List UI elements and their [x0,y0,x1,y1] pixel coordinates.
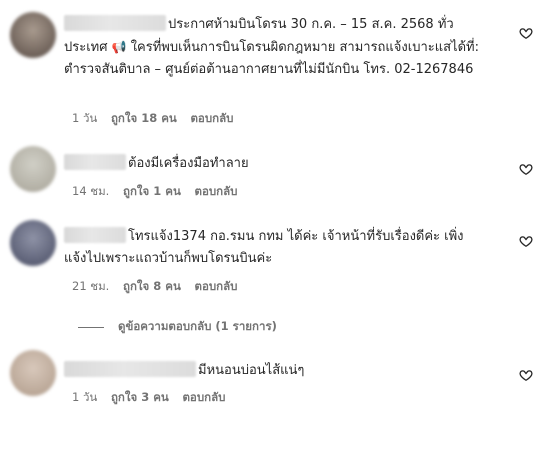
username-blurred[interactable] [64,15,166,31]
heart-icon[interactable] [519,368,533,382]
comment-time: 1 วัน [72,111,98,125]
comment-meta: 14 ชม. ถูกใจ 1 คน ตอบกลับ [72,183,248,201]
megaphone-icon: 📢 [111,40,127,54]
avatar[interactable] [10,220,56,266]
likes-count[interactable]: ถูกใจ 8 คน [123,279,181,293]
likes-count[interactable]: ถูกใจ 18 คน [111,111,177,125]
comment-meta: 21 ชม. ถูกใจ 8 คน ตอบกลับ [72,278,248,296]
heart-icon[interactable] [519,234,533,248]
comment-text: ประกาศห้ามบินโดรน 30 ก.ค. – 15 ส.ค. 2568… [64,15,479,77]
divider [78,326,104,328]
comment-meta: 1 วัน ถูกใจ 18 คน ตอบกลับ [72,110,243,128]
reply-button[interactable]: ตอบกลับ [182,390,225,404]
reply-button[interactable]: ตอบกลับ [190,111,233,125]
reply-button[interactable]: ตอบกลับ [195,279,238,293]
comment-text: มีหนอนบ่อนไส้แน่ๆ [64,360,484,382]
username-blurred[interactable] [64,361,196,377]
comment-time: 1 วัน [72,390,98,404]
username-blurred[interactable] [64,154,126,170]
view-replies-button[interactable]: ดูข้อความตอบกลับ (1 รายการ) [78,318,277,336]
username-blurred[interactable] [64,227,126,243]
reply-button[interactable]: ตอบกลับ [195,184,238,198]
heart-icon[interactable] [519,162,533,176]
view-replies-label: ดูข้อความตอบกลับ (1 รายการ) [118,319,277,333]
avatar[interactable] [10,350,56,396]
avatar[interactable] [10,146,56,192]
comment-text: ต้องมีเครื่องมือทำลาย [64,153,484,175]
comment-time: 21 ชม. [72,279,110,293]
avatar[interactable] [10,12,56,58]
likes-count[interactable]: ถูกใจ 3 คน [111,390,169,404]
comment-text: โทรแจ้ง1374 กอ.รมน กทม ได้ค่ะ เจ้าหน้าที… [64,227,464,266]
comment-time: 14 ชม. [72,184,110,198]
likes-count[interactable]: ถูกใจ 1 คน [123,184,181,198]
heart-icon[interactable] [519,26,533,40]
comment-meta: 1 วัน ถูกใจ 3 คน ตอบกลับ [72,389,235,407]
